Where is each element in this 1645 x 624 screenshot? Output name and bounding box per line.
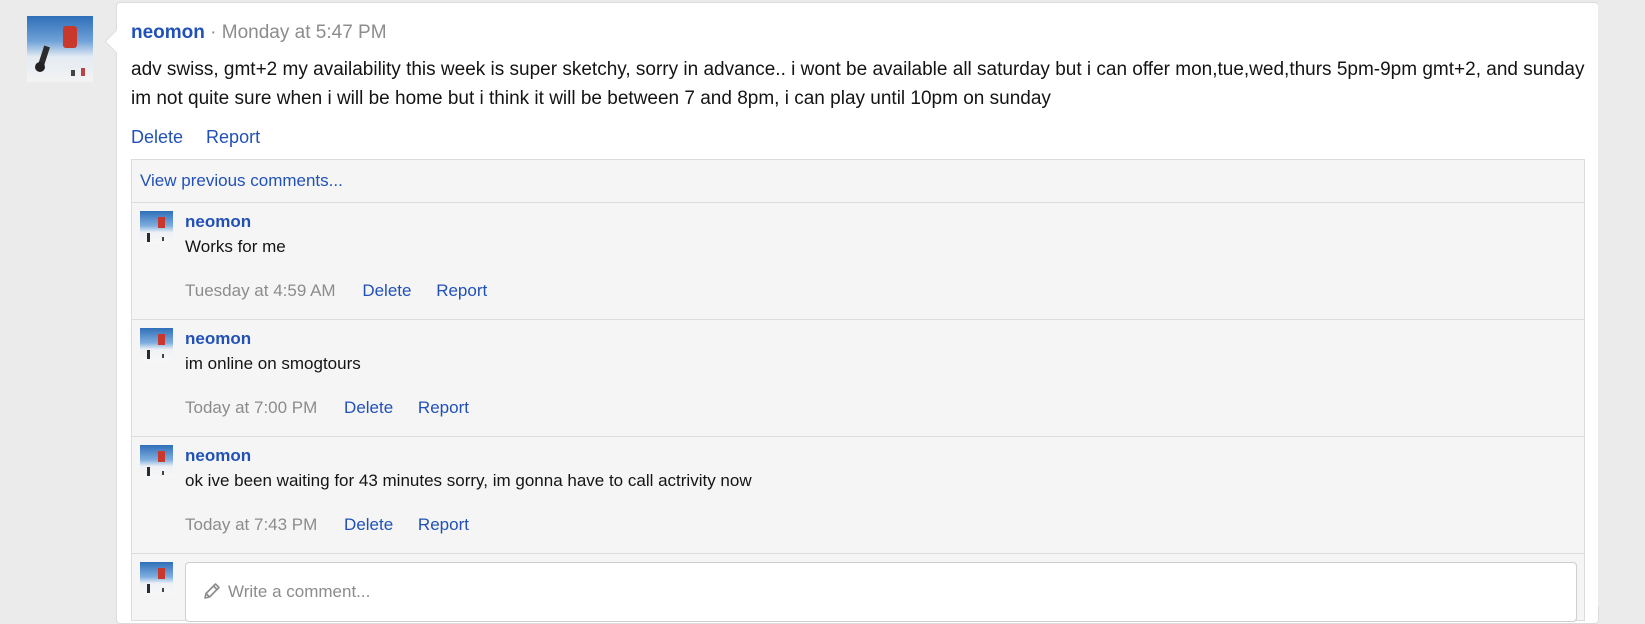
header-separator: · [204,22,222,43]
comments-panel: View previous comments... neomon Works f… [131,159,1585,622]
comment-avatar[interactable] [140,211,173,244]
comment-delete-link[interactable]: Delete [362,281,411,300]
comment-composer-row [132,554,1584,622]
comment-author[interactable]: neomon [185,212,251,232]
comment-report-link[interactable]: Report [418,515,469,534]
view-previous-comments-link[interactable]: View previous comments... [132,160,1584,203]
comment-author[interactable]: neomon [185,446,251,466]
comment-text: im online on smogtours [185,354,361,373]
post-author-avatar[interactable] [27,16,93,82]
comment-timestamp[interactable]: Today at 7:43 PM [185,515,317,534]
comment-delete-link[interactable]: Delete [344,515,393,534]
post-report-link[interactable]: Report [206,127,260,147]
comment-avatar[interactable] [140,328,173,361]
comment-meta: Today at 7:00 PM Delete Report [185,398,489,418]
comment-text: ok ive been waiting for 43 minutes sorry… [185,471,752,490]
post-header: neomon · Monday at 5:47 PM [131,21,387,45]
comment-composer[interactable] [185,562,1577,622]
comment-report-link[interactable]: Report [418,398,469,417]
comment-meta: Today at 7:43 PM Delete Report [185,515,489,535]
comment-item: neomon Works for me Tuesday at 4:59 AM D… [132,203,1584,320]
comment-timestamp[interactable]: Tuesday at 4:59 AM [185,281,336,300]
comment-delete-link[interactable]: Delete [344,398,393,417]
comment-input[interactable] [226,577,1560,607]
page-right-margin [1598,0,1645,606]
post-message: adv swiss, gmt+2 my availability this we… [131,59,1585,109]
comment-report-link[interactable]: Report [436,281,487,300]
post-timestamp[interactable]: Monday at 5:47 PM [222,22,387,43]
comment-text: Works for me [185,237,286,256]
post-delete-link[interactable]: Delete [131,127,183,147]
composer-avatar[interactable] [140,562,173,595]
post-author-name[interactable]: neomon [131,22,205,43]
comment-timestamp[interactable]: Today at 7:00 PM [185,398,317,417]
comment-meta: Tuesday at 4:59 AM Delete Report [185,281,507,301]
pencil-icon [204,583,220,599]
comment-item: neomon im online on smogtours Today at 7… [132,320,1584,437]
comment-author[interactable]: neomon [185,329,251,349]
profile-post-card: neomon · Monday at 5:47 PM adv swiss, gm… [104,2,1599,624]
post-actions: Delete Report [131,125,278,149]
left-gutter [0,0,116,606]
comment-avatar[interactable] [140,445,173,478]
comment-item: neomon ok ive been waiting for 43 minute… [132,437,1584,554]
